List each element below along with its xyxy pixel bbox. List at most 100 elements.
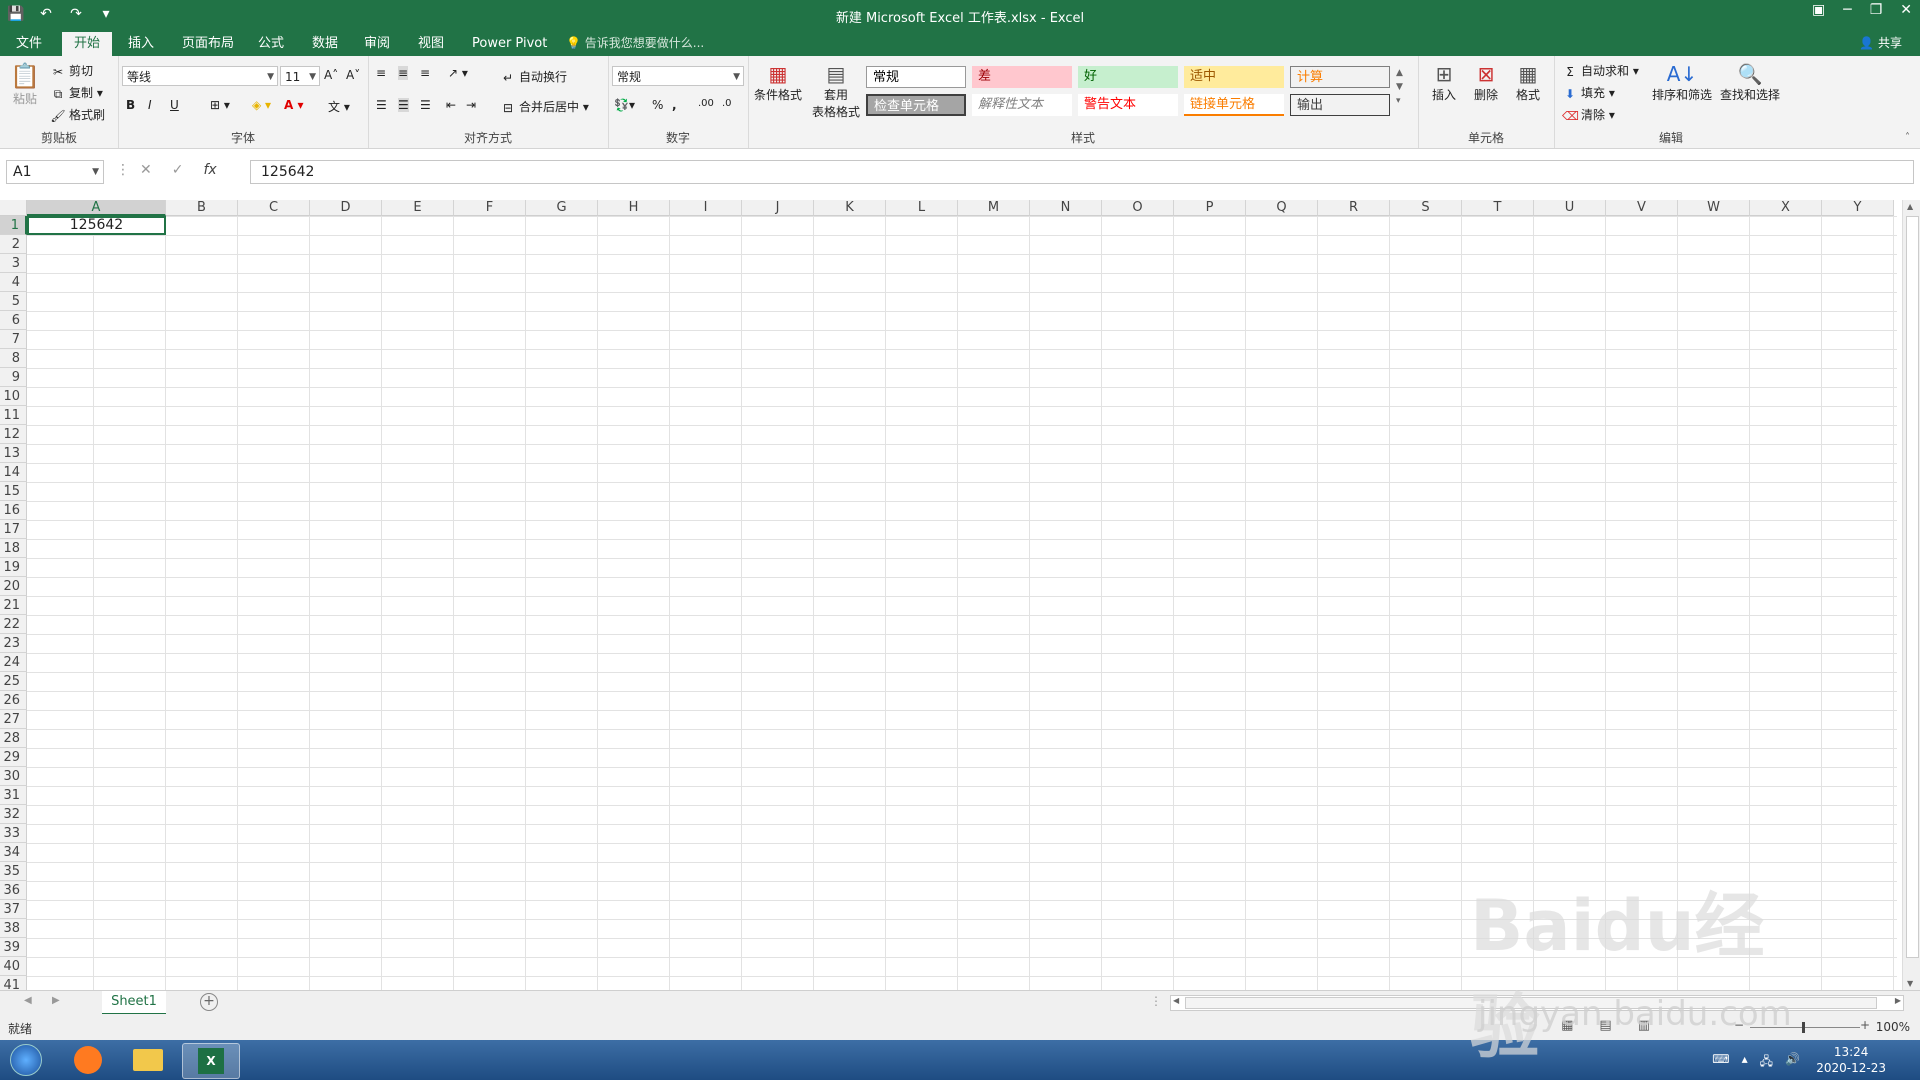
column-header-v[interactable]: V	[1606, 200, 1678, 216]
style-normal[interactable]: 常规	[866, 66, 966, 88]
row-header-38[interactable]: 38	[0, 919, 27, 938]
row-header-5[interactable]: 5	[0, 292, 27, 311]
column-header-h[interactable]: H	[598, 200, 670, 216]
column-header-a[interactable]: A	[27, 200, 166, 216]
column-header-i[interactable]: I	[670, 200, 742, 216]
row-header-33[interactable]: 33	[0, 824, 27, 843]
next-sheet-icon[interactable]: ▶	[52, 995, 60, 1006]
collapse-ribbon-icon[interactable]: ˄	[1905, 132, 1910, 143]
styles-scroll-icon[interactable]: ▲ ▼ ▾	[1396, 66, 1403, 108]
row-header-39[interactable]: 39	[0, 938, 27, 957]
add-sheet-icon[interactable]: +	[200, 993, 218, 1011]
row-header-25[interactable]: 25	[0, 672, 27, 691]
tab-data[interactable]: 数据	[300, 32, 350, 56]
percent-button[interactable]: %	[652, 98, 663, 112]
keyboard-icon[interactable]: ⌨	[1712, 1052, 1729, 1073]
row-header-3[interactable]: 3	[0, 254, 27, 273]
row-header-10[interactable]: 10	[0, 387, 27, 406]
font-name-select[interactable]: 等线 ▼	[122, 66, 278, 86]
row-header-7[interactable]: 7	[0, 330, 27, 349]
row-header-22[interactable]: 22	[0, 615, 27, 634]
column-header-f[interactable]: F	[454, 200, 526, 216]
taskbar-app-excel[interactable]: X	[182, 1043, 240, 1079]
vertical-scrollbar[interactable]: ▲ ▼	[1902, 200, 1920, 990]
find-select-button[interactable]: 🔍 查找和选择	[1718, 62, 1782, 103]
row-header-16[interactable]: 16	[0, 501, 27, 520]
delete-cells-button[interactable]: ⊠ 删除	[1468, 62, 1504, 103]
column-header-k[interactable]: K	[814, 200, 886, 216]
orientation-icon[interactable]: ↗ ▾	[448, 66, 468, 80]
row-header-4[interactable]: 4	[0, 273, 27, 292]
tab-insert[interactable]: 插入	[116, 32, 166, 56]
row-header-34[interactable]: 34	[0, 843, 27, 862]
align-right-icon[interactable]: ☰	[420, 98, 431, 112]
cut-button[interactable]: ✂ 剪切	[50, 62, 93, 80]
increase-decimal-icon[interactable]: .00	[698, 98, 714, 109]
column-header-w[interactable]: W	[1678, 200, 1750, 216]
table-format-button[interactable]: ▤ 套用 表格格式	[806, 62, 866, 120]
scroll-down-icon[interactable]: ▼	[1907, 979, 1913, 988]
tab-file[interactable]: 文件	[4, 32, 54, 56]
select-all-button[interactable]	[0, 200, 27, 216]
column-header-y[interactable]: Y	[1822, 200, 1894, 216]
currency-icon[interactable]: 💱▾	[614, 98, 635, 112]
scroll-left-icon[interactable]: ◀	[1173, 996, 1179, 1005]
row-header-1[interactable]: 1	[0, 216, 27, 235]
chevron-down-icon[interactable]: ▼	[92, 161, 99, 183]
ribbon-display-icon[interactable]: ▣	[1812, 2, 1825, 18]
fill-button[interactable]: ⬇ 填充 ▾	[1562, 84, 1615, 102]
decrease-font-icon[interactable]: A˅	[346, 68, 360, 82]
style-explanatory[interactable]: 解释性文本	[972, 94, 1072, 116]
name-box[interactable]: A1 ▼	[6, 160, 104, 184]
column-header-n[interactable]: N	[1030, 200, 1102, 216]
style-neutral[interactable]: 适中	[1184, 66, 1284, 88]
tab-formulas[interactable]: 公式	[246, 32, 296, 56]
font-size-select[interactable]: 11 ▼	[280, 66, 320, 86]
row-header-37[interactable]: 37	[0, 900, 27, 919]
share-button[interactable]: 👤 共享	[1859, 33, 1902, 53]
column-header-q[interactable]: Q	[1246, 200, 1318, 216]
scroll-right-icon[interactable]: ▶	[1895, 996, 1901, 1005]
row-header-8[interactable]: 8	[0, 349, 27, 368]
prev-sheet-icon[interactable]: ◀	[24, 995, 32, 1006]
copy-button[interactable]: ⧉ 复制 ▾	[50, 84, 103, 102]
row-header-9[interactable]: 9	[0, 368, 27, 387]
autosum-button[interactable]: Σ 自动求和 ▾	[1562, 62, 1639, 80]
sheet-tab-sheet1[interactable]: Sheet1	[102, 991, 166, 1016]
align-bottom-icon[interactable]: ≡	[420, 66, 430, 80]
fill-color-icon[interactable]: ◈ ▾	[252, 98, 271, 112]
column-header-b[interactable]: B	[166, 200, 238, 216]
row-header-31[interactable]: 31	[0, 786, 27, 805]
row-header-6[interactable]: 6	[0, 311, 27, 330]
tab-page-layout[interactable]: 页面布局	[170, 32, 246, 56]
column-header-p[interactable]: P	[1174, 200, 1246, 216]
font-color-icon[interactable]: A ▾	[284, 98, 304, 112]
enter-icon[interactable]: ✓	[172, 162, 184, 178]
align-center-icon[interactable]: ☰	[398, 98, 409, 112]
taskbar-app-browser[interactable]	[60, 1043, 116, 1077]
tab-power-pivot[interactable]: Power Pivot	[460, 32, 559, 56]
italic-button[interactable]: I	[148, 98, 152, 112]
style-check-cell[interactable]: 检查单元格	[866, 94, 966, 116]
formula-input[interactable]: 125642	[250, 160, 1914, 184]
column-header-r[interactable]: R	[1318, 200, 1390, 216]
column-header-l[interactable]: L	[886, 200, 958, 216]
style-warning[interactable]: 警告文本	[1078, 94, 1178, 116]
row-header-36[interactable]: 36	[0, 881, 27, 900]
format-cells-button[interactable]: ▦ 格式	[1510, 62, 1546, 103]
column-header-g[interactable]: G	[526, 200, 598, 216]
conditional-format-button[interactable]: ▦ 条件格式	[752, 62, 804, 103]
increase-font-icon[interactable]: A˄	[324, 68, 338, 82]
style-bad[interactable]: 差	[972, 66, 1072, 88]
tell-me-search[interactable]: 💡 告诉我您想要做什么...	[566, 33, 704, 53]
merge-center-button[interactable]: ⊟ 合并后居中 ▾	[500, 98, 589, 116]
row-header-23[interactable]: 23	[0, 634, 27, 653]
sort-filter-button[interactable]: A↓ 排序和筛选	[1650, 62, 1714, 103]
cell-a1[interactable]: 125642	[27, 216, 166, 235]
style-linked-cell[interactable]: 链接单元格	[1184, 94, 1284, 116]
restore-icon[interactable]: ❐	[1870, 2, 1883, 18]
style-good[interactable]: 好	[1078, 66, 1178, 88]
row-header-27[interactable]: 27	[0, 710, 27, 729]
row-header-17[interactable]: 17	[0, 520, 27, 539]
minimize-icon[interactable]: ─	[1843, 2, 1851, 18]
